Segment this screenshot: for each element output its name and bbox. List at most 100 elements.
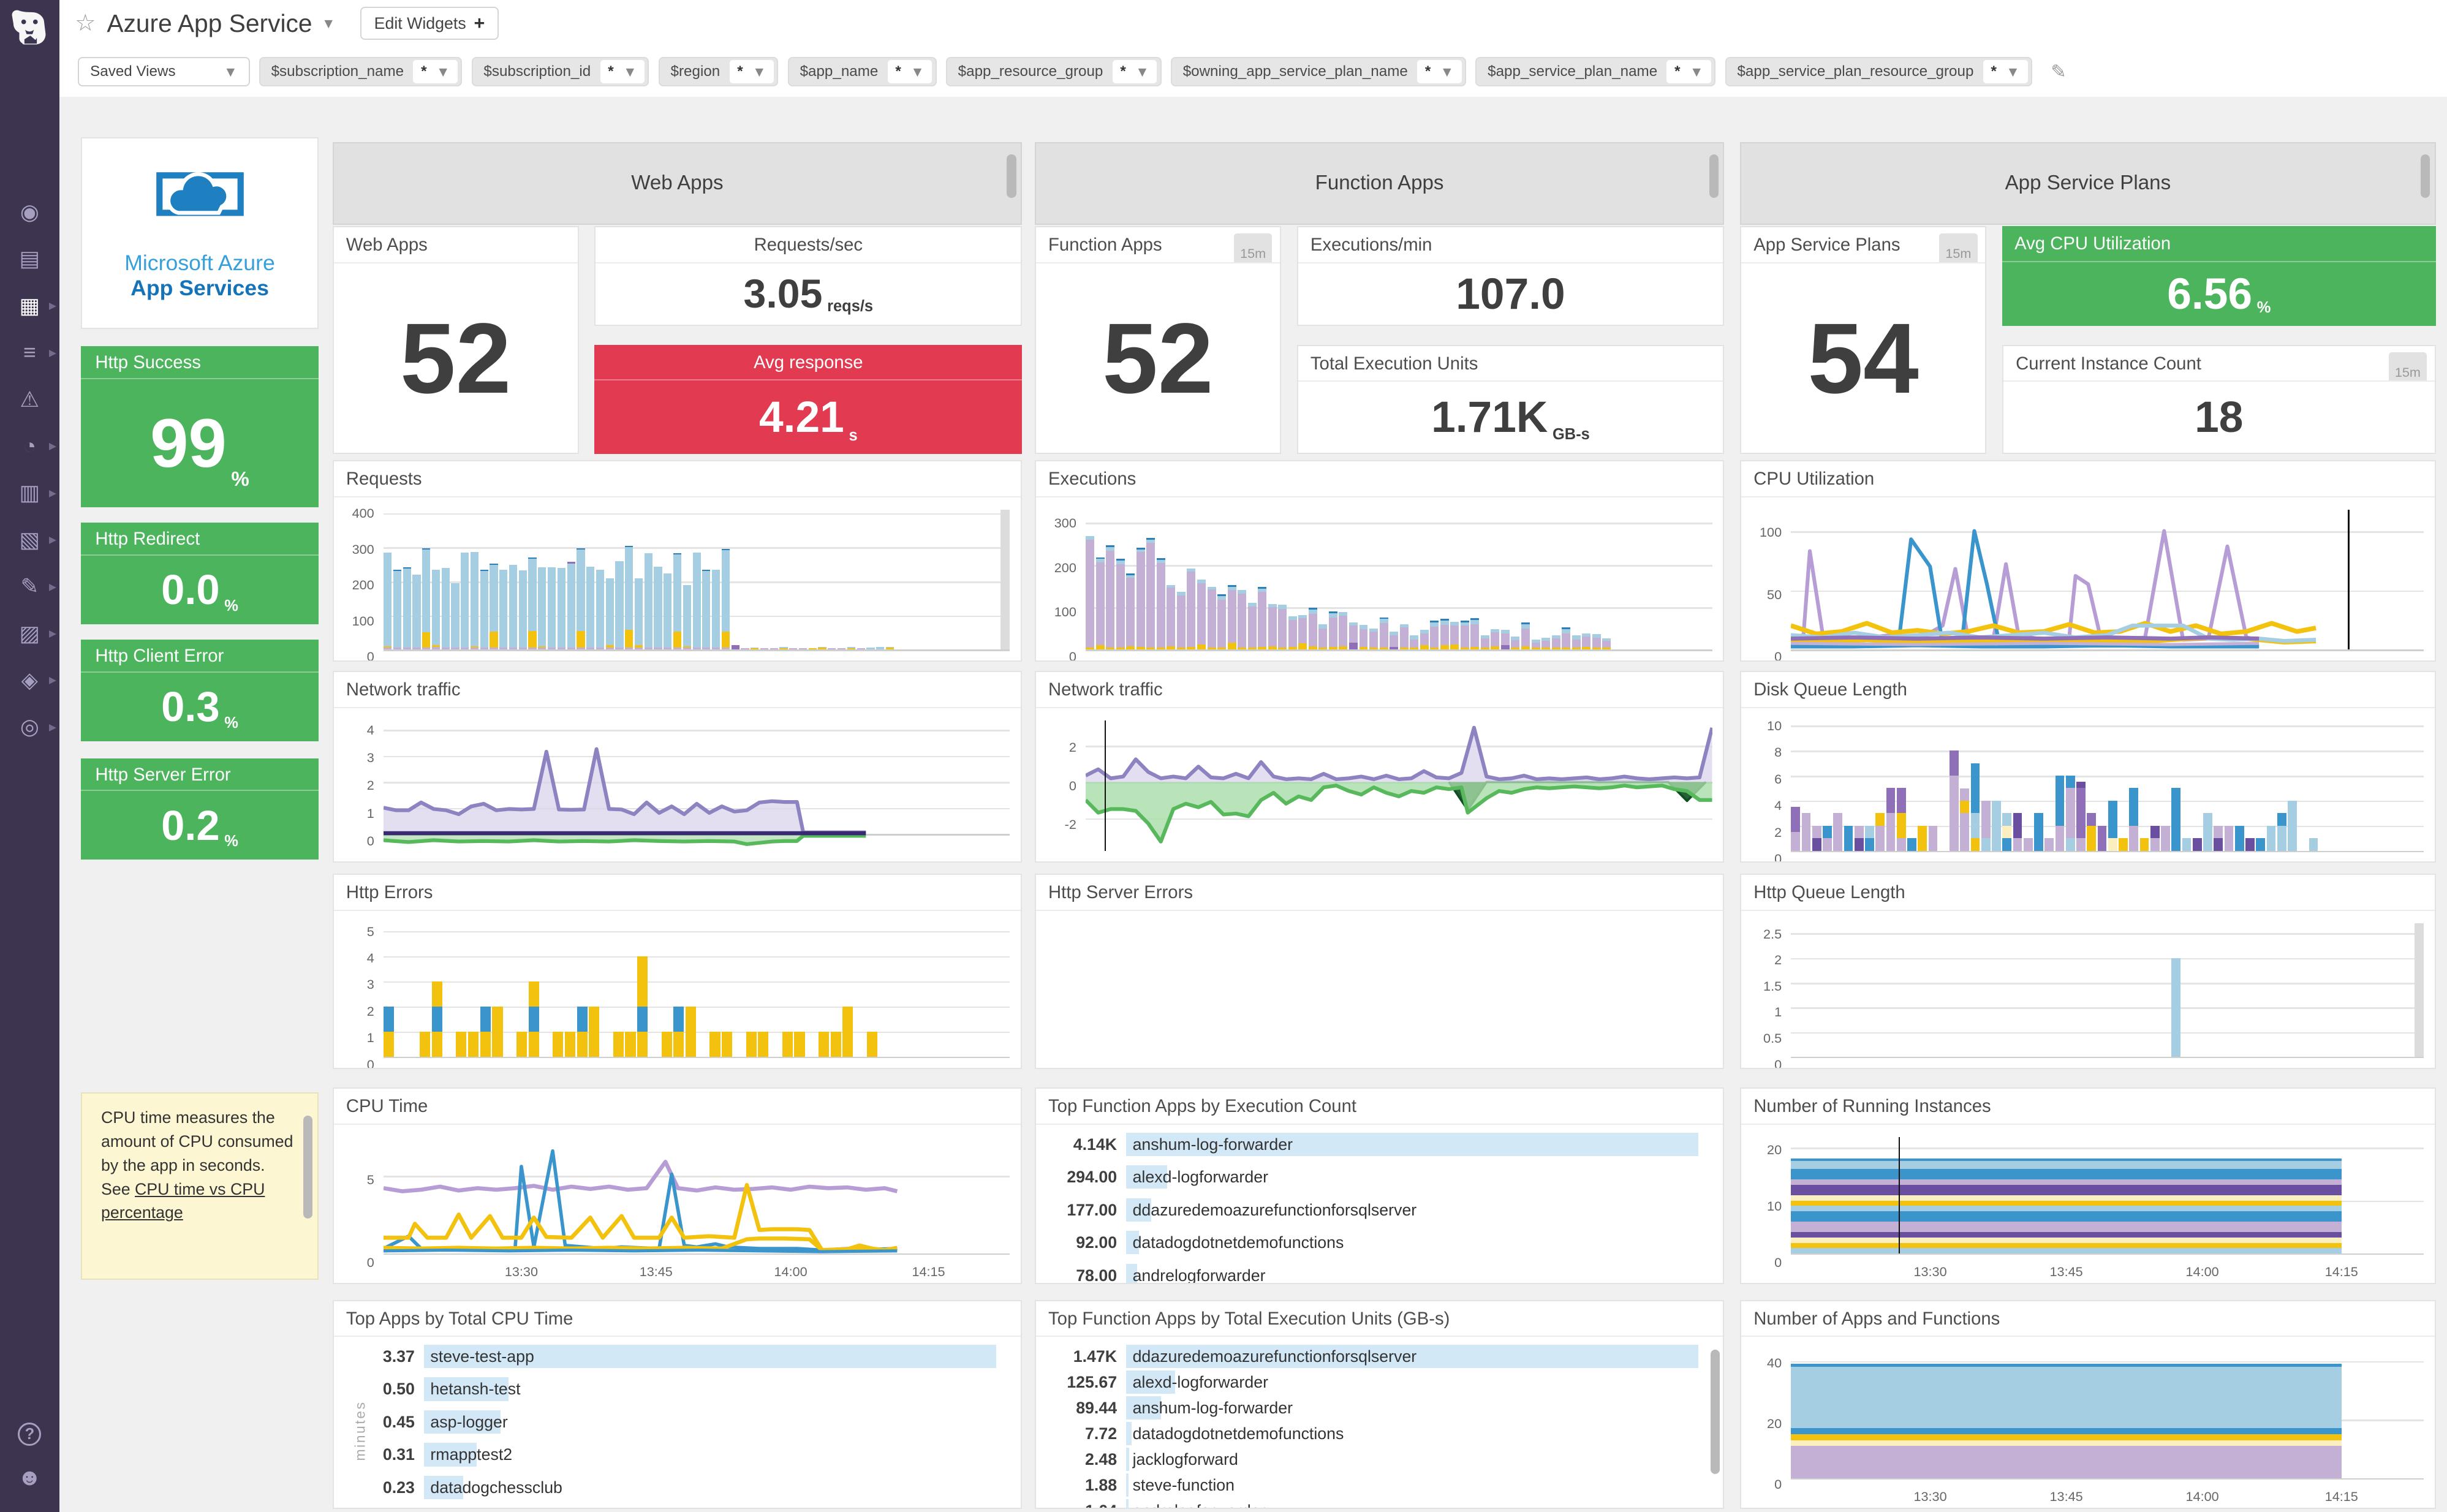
monitors-icon[interactable]: ⚠ [0,376,59,423]
group-header-web-apps[interactable]: Web Apps [333,142,1023,225]
logs-icon[interactable]: ▨▶ [0,610,59,657]
avg-cpu-utilization-card[interactable]: Avg CPU Utilization 6.56% [2002,226,2436,326]
http-errors-chart[interactable]: 012345 [334,911,1021,1068]
function-apps-count-card[interactable]: Function Apps15m 52 [1035,226,1281,454]
favorite-star-icon[interactable]: ☆ [75,10,96,37]
synthetics-icon[interactable]: ◎▶ [0,704,59,750]
title-chevron-down-icon[interactable]: ▼ [322,15,336,32]
apps-functions-chart[interactable]: 0204013:3013:4514:0014:15 [1741,1337,2435,1508]
toplist-row[interactable]: 125.67alexd-logforwarder [1045,1370,1711,1396]
group-scrollbar[interactable] [1007,154,1016,198]
template-var-app_service_plan_name[interactable]: $app_service_plan_name*▼ [1475,57,1715,86]
executions-chart-card[interactable]: Executions 0100200300 [1035,460,1725,662]
toplist-row[interactable]: 294.00alexd-logforwarder [1045,1165,1711,1198]
top-cpu-time-toplist[interactable]: minutes3.37steve-test-app0.50hetansh-tes… [334,1337,1021,1508]
disk-queue-chart-card[interactable]: Disk Queue Length 0246810 [1740,671,2436,863]
toplist-row[interactable]: 1.47Kddazuredemoazurefunctionforsqlserve… [1045,1345,1711,1370]
executions-chart[interactable]: 0100200300 [1036,497,1723,660]
bar [1886,720,1896,850]
notebooks-icon[interactable]: ✎▶ [0,563,59,610]
cpu-utilization-chart-card[interactable]: CPU Utilization 050100 [1740,460,2436,662]
network-traffic-web-chart-card[interactable]: Network traffic 01234 [333,671,1023,863]
network-traffic-fn-chart[interactable]: -202 [1036,708,1723,862]
http-errors-chart-card[interactable]: Http Errors 012345 [333,874,1023,1068]
help-icon[interactable]: ? [0,1412,59,1456]
group-header-app-service-plans[interactable]: App Service Plans [1740,142,2436,225]
executions-per-min-card[interactable]: Executions/min 107.0 [1297,226,1725,326]
toplist-row[interactable]: 89.44anshum-log-forwarder [1045,1396,1711,1422]
cpu-time-chart[interactable]: 0513:3013:4514:0014:15 [334,1125,1021,1283]
disk-queue-chart[interactable]: 0246810 [1741,708,2435,862]
cpu-utilization-chart[interactable]: 050100 [1741,497,2435,660]
app-service-plans-count-card[interactable]: App Service Plans15m 54 [1740,226,1986,454]
toplist-row[interactable]: 0.31rmapptest2 [343,1443,1008,1475]
web-apps-count-card[interactable]: Web Apps 52 [333,226,579,454]
apps-functions-chart-card[interactable]: Number of Apps and Functions 0204013:301… [1740,1300,2436,1509]
user-icon[interactable]: ☻ [0,1456,59,1499]
note-scrollbar[interactable] [303,1116,312,1219]
http-server-error-card[interactable]: Http Server Error 0.2% [81,758,318,860]
http-queue-chart[interactable]: 00.511.522.5 [1741,911,2435,1068]
toplist-row[interactable]: 0.23datadogchessclub [343,1476,1008,1508]
requests-chart-card[interactable]: Requests 0100200300400 [333,460,1023,662]
top-cpu-time-card[interactable]: Top Apps by Total CPU Time minutes3.37st… [333,1300,1023,1509]
requests-per-sec-card[interactable]: Requests/sec 3.05reqs/s [594,226,1022,326]
datadog-logo-icon[interactable] [6,5,53,51]
dashboards-icon[interactable]: ▦▶ [0,282,59,329]
template-var-app_name[interactable]: $app_name*▼ [788,57,937,86]
template-var-owning_app_service_plan_name[interactable]: $owning_app_service_plan_name*▼ [1171,57,1466,86]
running-instances-chart[interactable]: 0102013:3013:4514:0014:15 [1741,1125,2435,1283]
saved-views-dropdown[interactable]: Saved Views▼ [78,57,249,86]
template-var-subscription_id[interactable]: $subscription_id*▼ [472,57,649,86]
network-traffic-fn-chart-card[interactable]: Network traffic -202 [1035,671,1725,863]
running-instances-chart-card[interactable]: Number of Running Instances 0102013:3013… [1740,1087,2436,1284]
panel-scrollbar[interactable] [1000,510,1010,649]
cpu-time-chart-card[interactable]: CPU Time 0513:3013:4514:0014:15 [333,1087,1023,1284]
http-redirect-card[interactable]: Http Redirect 0.0% [81,523,318,624]
http-queue-chart-card[interactable]: Http Queue Length 00.511.522.5 [1740,874,2436,1068]
panel-scrollbar[interactable] [2415,923,2424,1057]
toplist-row[interactable]: 7.72datadogdotnetdemofunctions [1045,1422,1711,1448]
top-exec-units-toplist[interactable]: 1.47Kddazuredemoazurefunctionforsqlserve… [1036,1337,1723,1508]
toplist-row[interactable]: 1.04andrelogforwarder [1045,1499,1711,1508]
group-scrollbar[interactable] [1709,154,1719,198]
template-var-region[interactable]: $region*▼ [659,57,779,86]
toplist-row[interactable]: 92.00datadogdotnetdemofunctions [1045,1231,1711,1263]
toplist-row[interactable]: 4.14Kanshum-log-forwarder [1045,1133,1711,1165]
edit-widgets-button[interactable]: Edit Widgets+ [360,7,498,40]
events-icon[interactable]: ▤ [0,236,59,282]
integrations-icon[interactable]: ▥▶ [0,470,59,516]
requests-chart[interactable]: 0100200300400 [334,497,1021,660]
toplist-row[interactable]: 2.48jacklogforward [1045,1448,1711,1473]
edit-variables-pencil-icon[interactable]: ✎ [2051,61,2067,83]
toplist-row[interactable]: 0.50hetansh-test [343,1377,1008,1410]
bar [847,510,855,649]
http-client-error-card[interactable]: Http Client Error 0.3% [81,640,318,741]
network-traffic-web-chart[interactable]: 01234 [334,708,1021,862]
apm-icon[interactable]: ▧▶ [0,516,59,563]
toplist-row[interactable]: 3.37steve-test-app [343,1345,1008,1377]
http-server-errors-chart-card[interactable]: Http Server Errors [1035,874,1725,1068]
http-server-errors-chart[interactable] [1036,911,1723,1068]
template-var-app_resource_group[interactable]: $app_resource_group*▼ [946,57,1162,86]
top-exec-count-card[interactable]: Top Function Apps by Execution Count 4.1… [1035,1087,1725,1284]
toplist-row[interactable]: 177.00ddazuredemoazurefunctionforsqlserv… [1045,1198,1711,1231]
avg-response-card[interactable]: Avg response 4.21s [594,345,1022,454]
toplist-row[interactable]: 1.88steve-function [1045,1473,1711,1499]
total-execution-units-card[interactable]: Total Execution Units 1.71KGB-s [1297,345,1725,454]
toplist-row[interactable]: 78.00andrelogforwarder [1045,1264,1711,1283]
template-var-app_service_plan_resource_group[interactable]: $app_service_plan_resource_group*▼ [1725,57,2032,86]
group-header-function-apps[interactable]: Function Apps [1035,142,1725,225]
toplist-row[interactable]: 0.45asp-logger [343,1410,1008,1443]
group-scrollbar[interactable] [2421,154,2430,198]
http-success-card[interactable]: Http Success 99% [81,346,318,507]
top-exec-units-card[interactable]: Top Function Apps by Total Execution Uni… [1035,1300,1725,1509]
watchdog-icon[interactable]: ◉ [0,189,59,235]
current-instance-count-card[interactable]: Current Instance Count15m 18 [2002,345,2436,454]
infrastructure-icon[interactable]: ≡▶ [0,329,59,376]
security-icon[interactable]: ◈▶ [0,657,59,703]
template-var-subscription_name[interactable]: $subscription_name*▼ [259,57,463,86]
toplist-scrollbar[interactable] [1711,1350,1720,1475]
metrics-icon[interactable]: ◔▶ [0,423,59,469]
top-exec-count-toplist[interactable]: 4.14Kanshum-log-forwarder294.00alexd-log… [1036,1125,1723,1283]
